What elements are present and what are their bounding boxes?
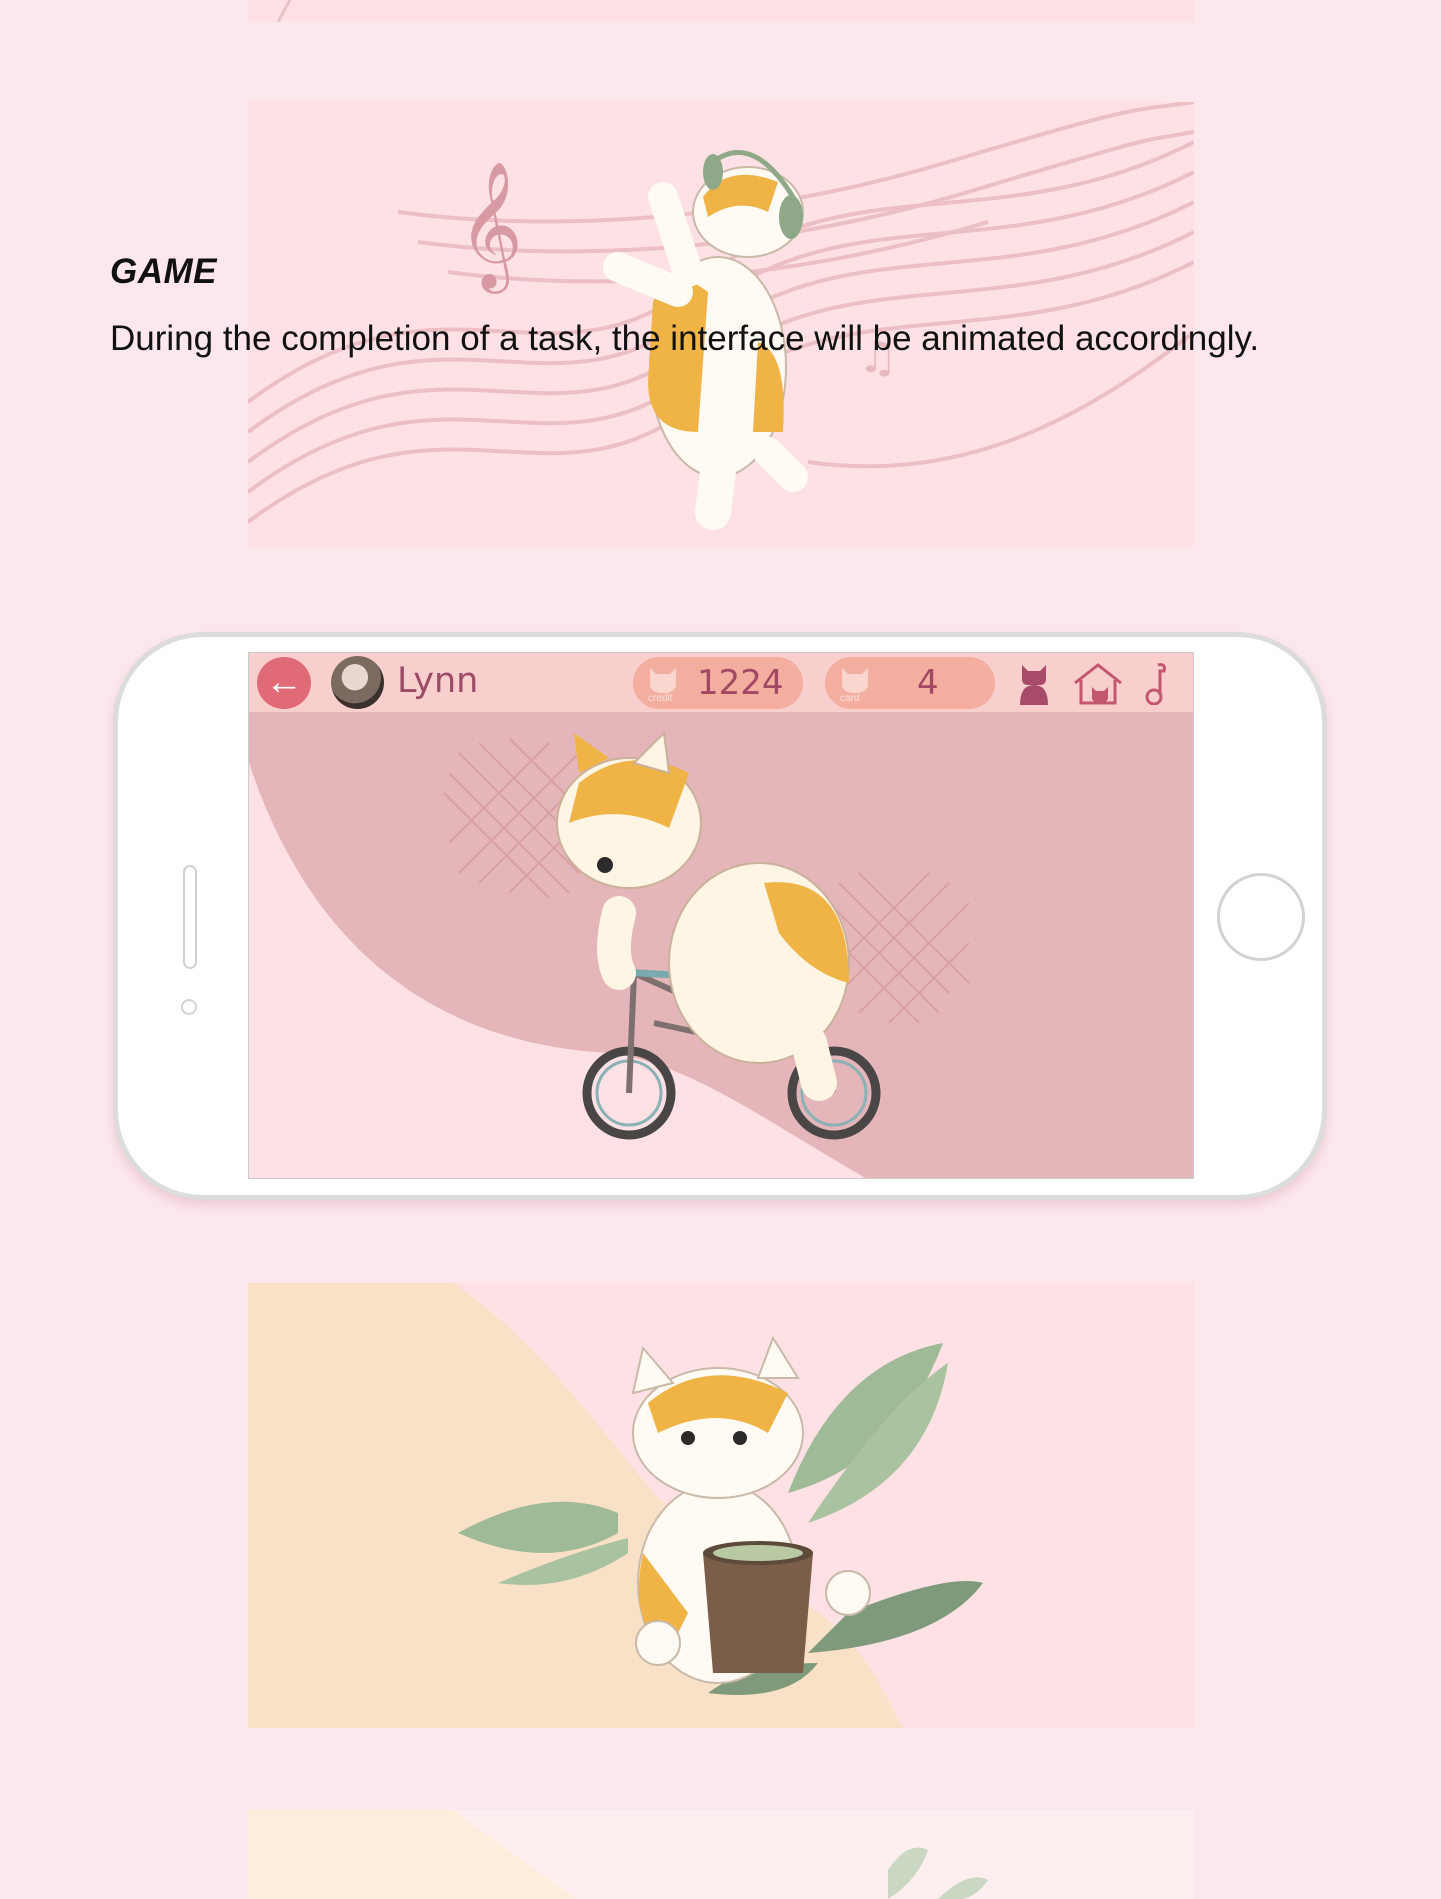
game-top-bar: ← Lynn credit 1224 card 4 [249,653,1193,712]
cat-face-icon [842,668,868,693]
back-button[interactable]: ← [257,657,311,709]
plant-cat-illustration [248,1283,983,1728]
cat-face-icon [650,668,676,693]
treble-clef-icon: 𝄞 [458,160,523,294]
top-partial-panel [248,0,1194,22]
partial-panel-art [248,1810,1194,1899]
partial-panel-art [276,0,292,22]
card-counter: card 4 [825,657,995,709]
section-title: GAME [110,252,217,291]
avatar[interactable] [331,656,384,709]
music-note-icon[interactable] [1142,661,1170,705]
card-label: card [840,693,860,704]
bike-cat-scene [249,708,1193,1178]
card-value: 4 [917,663,939,703]
username: Lynn [397,661,479,701]
cat-icon[interactable] [1016,661,1052,705]
home-button[interactable] [1217,873,1305,961]
credit-counter: credit 1224 [633,657,803,709]
bottom-partial-panel [248,1810,1194,1899]
game-screen: ← Lynn credit 1224 card 4 [248,652,1194,1179]
back-arrow-icon: ← [265,661,303,703]
credit-label: credit [648,693,673,704]
section-description: During the completion of a task, the int… [110,319,1260,358]
credit-value: 1224 [697,663,784,703]
phone-speaker [183,865,197,969]
phone-camera [181,999,197,1015]
plant-cat-panel [248,1283,1194,1728]
cat-house-icon[interactable] [1072,661,1124,705]
